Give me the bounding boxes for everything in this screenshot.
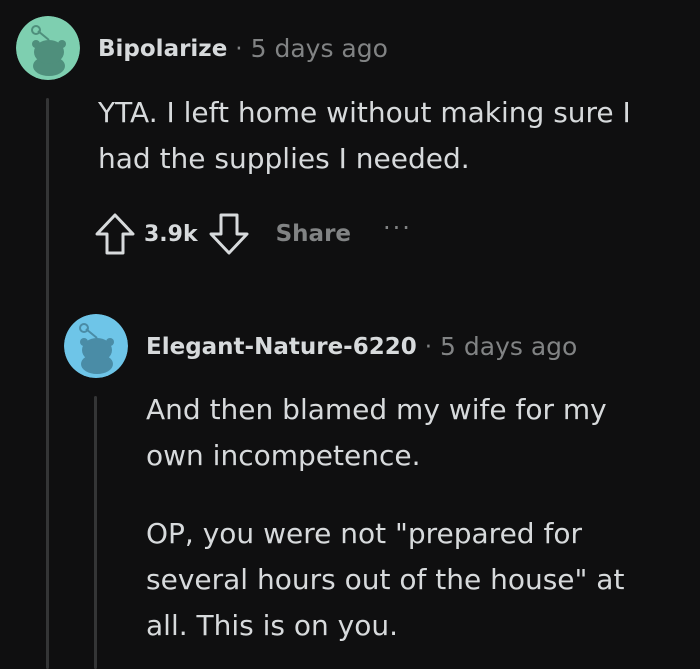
downvote-arrow-icon bbox=[209, 213, 249, 255]
avatar[interactable] bbox=[16, 16, 80, 80]
timestamp[interactable]: 5 days ago bbox=[440, 332, 577, 361]
thread-line[interactable] bbox=[94, 396, 97, 669]
thread-line[interactable] bbox=[46, 98, 49, 669]
comment-body: And then blamed my wife for my own incom… bbox=[146, 387, 666, 649]
comment-meta: Bipolarize · 5 days ago bbox=[98, 34, 388, 63]
comment-paragraph: YTA. I left home without making sure I h… bbox=[98, 96, 631, 175]
author-name[interactable]: Bipolarize bbox=[98, 36, 227, 62]
comment-paragraph: OP, you were not "prepared for several h… bbox=[146, 517, 625, 642]
meta-separator: · bbox=[424, 333, 433, 360]
upvote-arrow-icon bbox=[95, 213, 135, 255]
comment-body: YTA. I left home without making sure I h… bbox=[98, 90, 678, 182]
avatar[interactable] bbox=[64, 314, 128, 378]
snoo-avatar-icon bbox=[16, 16, 80, 80]
snoo-avatar-icon bbox=[64, 314, 128, 378]
comment-meta: Elegant-Nature-6220 · 5 days ago bbox=[146, 332, 577, 361]
upvote-button[interactable] bbox=[94, 212, 136, 256]
author-name[interactable]: Elegant-Nature-6220 bbox=[146, 334, 417, 360]
comment-actions: 3.9k Share ··· bbox=[94, 212, 412, 256]
more-options-icon[interactable]: ··· bbox=[383, 214, 412, 242]
timestamp[interactable]: 5 days ago bbox=[251, 34, 388, 63]
share-button[interactable]: Share bbox=[276, 221, 351, 247]
comment-paragraph: And then blamed my wife for my own incom… bbox=[146, 393, 607, 472]
downvote-button[interactable] bbox=[208, 212, 250, 256]
vote-score: 3.9k bbox=[144, 221, 198, 247]
meta-separator: · bbox=[235, 35, 243, 62]
